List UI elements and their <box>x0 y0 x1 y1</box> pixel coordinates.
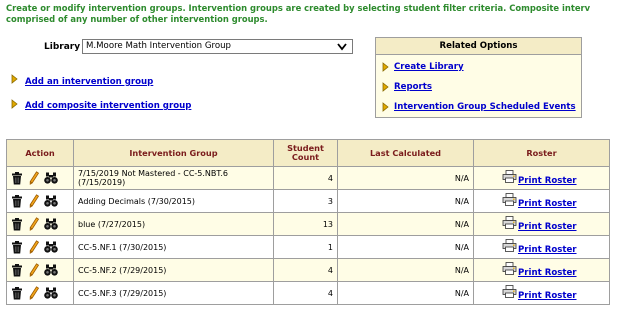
printer-icon[interactable] <box>502 170 517 183</box>
scheduled-events-link[interactable]: Intervention Group Scheduled Events <box>394 102 576 112</box>
row-roster: Print Roster <box>473 212 610 236</box>
row-student-count: 4 <box>273 258 338 282</box>
row-actions <box>6 189 74 213</box>
trash-icon[interactable] <box>11 217 23 231</box>
table-row: CC-5.NF.2 (7/29/2015) 4 N/A Print Roster <box>6 258 610 282</box>
row-roster: Print Roster <box>473 166 610 190</box>
library-select-value: M.Moore Math Intervention Group <box>86 41 232 51</box>
arrow-right-icon <box>11 74 18 84</box>
row-student-count: 4 <box>273 166 338 190</box>
row-student-count: 1 <box>273 235 338 259</box>
create-library-link[interactable]: Create Library <box>394 62 464 72</box>
print-roster-link[interactable]: Print Roster <box>518 222 577 232</box>
trash-icon[interactable] <box>11 194 23 208</box>
trash-icon[interactable] <box>11 171 23 185</box>
trash-icon[interactable] <box>11 240 23 254</box>
print-roster-link[interactable]: Print Roster <box>518 268 577 278</box>
binoculars-icon[interactable] <box>44 172 58 184</box>
row-last-calculated: N/A <box>337 166 474 190</box>
column-header-last-calculated: Last Calculated <box>337 139 474 167</box>
table-row: 7/15/2019 Not Mastered - CC-5.NBT.6 (7/1… <box>6 166 610 190</box>
arrow-right-icon <box>11 99 18 109</box>
arrow-right-icon <box>382 62 389 72</box>
page-instructions: Create or modify intervention groups. In… <box>6 3 619 25</box>
table-row: blue (7/27/2015) 13 N/A Print Roster <box>6 212 610 236</box>
add-intervention-group-link[interactable]: Add an intervention group <box>25 77 153 87</box>
binoculars-icon[interactable] <box>44 241 58 253</box>
row-roster: Print Roster <box>473 281 610 305</box>
arrow-right-icon <box>382 102 389 112</box>
print-roster-link[interactable]: Print Roster <box>518 176 577 186</box>
intervention-groups-table: Action Intervention Group Student Count … <box>6 139 610 305</box>
related-options-panel: Related Options Create Library Reports I… <box>375 37 582 118</box>
row-actions <box>6 281 74 305</box>
print-roster-link[interactable]: Print Roster <box>518 291 577 301</box>
printer-icon[interactable] <box>502 193 517 206</box>
column-header-action: Action <box>6 139 74 167</box>
row-group-name: 7/15/2019 Not Mastered - CC-5.NBT.6 (7/1… <box>73 166 274 190</box>
pencil-icon[interactable] <box>29 263 39 277</box>
related-options-title: Related Options <box>376 38 581 55</box>
library-label: Library <box>44 42 81 52</box>
row-student-count: 3 <box>273 189 338 213</box>
row-roster: Print Roster <box>473 189 610 213</box>
printer-icon[interactable] <box>502 285 517 298</box>
pencil-icon[interactable] <box>29 286 39 300</box>
pencil-icon[interactable] <box>29 194 39 208</box>
pencil-icon[interactable] <box>29 217 39 231</box>
printer-icon[interactable] <box>502 262 517 275</box>
row-group-name: CC-5.NF.2 (7/29/2015) <box>73 258 274 282</box>
row-group-name: CC-5.NF.3 (7/29/2015) <box>73 281 274 305</box>
row-roster: Print Roster <box>473 235 610 259</box>
row-last-calculated: N/A <box>337 212 474 236</box>
pencil-icon[interactable] <box>29 240 39 254</box>
row-roster: Print Roster <box>473 258 610 282</box>
print-roster-link[interactable]: Print Roster <box>518 199 577 209</box>
row-actions <box>6 258 74 282</box>
row-last-calculated: N/A <box>337 235 474 259</box>
table-row: CC-5.NF.1 (7/30/2015) 1 N/A Print Roster <box>6 235 610 259</box>
instructions-line-1: Create or modify intervention groups. In… <box>6 3 591 13</box>
row-actions <box>6 166 74 190</box>
chevron-down-icon <box>337 43 347 51</box>
row-last-calculated: N/A <box>337 189 474 213</box>
trash-icon[interactable] <box>11 263 23 277</box>
row-actions <box>6 235 74 259</box>
table-row: Adding Decimals (7/30/2015) 3 N/A Print … <box>6 189 610 213</box>
printer-icon[interactable] <box>502 216 517 229</box>
table-header-row: Action Intervention Group Student Count … <box>6 139 610 167</box>
row-student-count: 13 <box>273 212 338 236</box>
print-roster-link[interactable]: Print Roster <box>518 245 577 255</box>
row-last-calculated: N/A <box>337 258 474 282</box>
printer-icon[interactable] <box>502 239 517 252</box>
row-last-calculated: N/A <box>337 281 474 305</box>
table-row: CC-5.NF.3 (7/29/2015) 4 N/A Print Roster <box>6 281 610 305</box>
trash-icon[interactable] <box>11 286 23 300</box>
column-header-group: Intervention Group <box>73 139 274 167</box>
arrow-right-icon <box>382 82 389 92</box>
pencil-icon[interactable] <box>29 171 39 185</box>
library-select[interactable]: M.Moore Math Intervention Group <box>82 39 353 54</box>
row-group-name: Adding Decimals (7/30/2015) <box>73 189 274 213</box>
column-header-student-count: Student Count <box>273 139 338 167</box>
binoculars-icon[interactable] <box>44 218 58 230</box>
add-composite-group-link[interactable]: Add composite intervention group <box>25 101 191 111</box>
row-student-count: 4 <box>273 281 338 305</box>
row-group-name: CC-5.NF.1 (7/30/2015) <box>73 235 274 259</box>
binoculars-icon[interactable] <box>44 264 58 276</box>
row-group-name: blue (7/27/2015) <box>73 212 274 236</box>
binoculars-icon[interactable] <box>44 287 58 299</box>
row-actions <box>6 212 74 236</box>
instructions-line-2: comprised of any number of other interve… <box>6 14 268 24</box>
binoculars-icon[interactable] <box>44 195 58 207</box>
reports-link[interactable]: Reports <box>394 82 432 92</box>
column-header-roster: Roster <box>473 139 610 167</box>
